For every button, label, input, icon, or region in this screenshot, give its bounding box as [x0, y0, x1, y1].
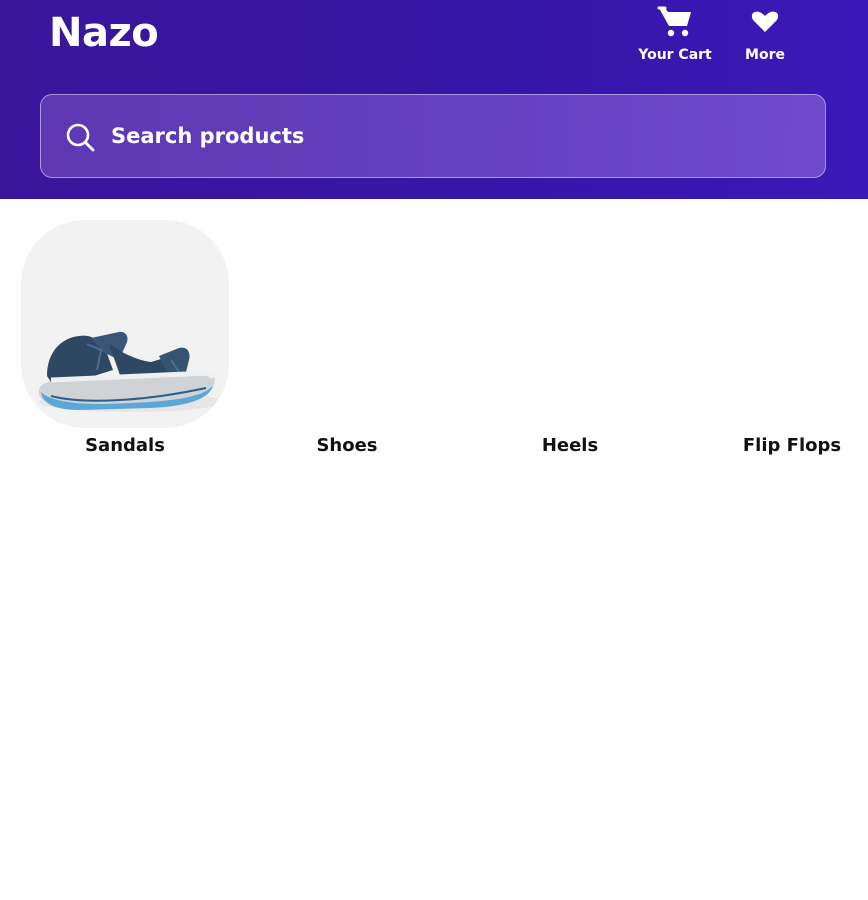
more-button[interactable]: More	[725, 4, 805, 70]
search-icon	[66, 123, 95, 152]
category-image-placeholder[interactable]	[466, 220, 674, 428]
sandal-image[interactable]	[21, 220, 229, 428]
category-list: Sandals Shoes Heels Flip Flops	[0, 220, 868, 480]
category-label: Heels	[541, 435, 599, 456]
category-label: Flip Flops	[742, 435, 842, 456]
category-image-placeholder[interactable]	[243, 220, 451, 428]
category-flip-flops[interactable]: Flip Flops	[688, 220, 868, 470]
category-label: Shoes	[316, 435, 378, 456]
sandal-illustration	[21, 220, 229, 428]
category-label: Sandals	[85, 435, 165, 456]
search-bar[interactable]	[40, 94, 826, 178]
category-sandals[interactable]: Sandals	[21, 220, 231, 470]
search-input[interactable]	[111, 115, 801, 157]
category-heels[interactable]: Heels	[466, 220, 676, 470]
category-shoes[interactable]: Shoes	[243, 220, 453, 470]
heart-icon	[751, 11, 779, 32]
app-logo[interactable]: Nazo	[49, 10, 159, 56]
cart-icon	[657, 6, 691, 37]
your-cart-label: Your Cart	[638, 47, 712, 63]
app-header: Nazo Your Cart More	[0, 0, 868, 199]
your-cart-button[interactable]: Your Cart	[635, 4, 715, 70]
more-label: More	[745, 47, 785, 63]
category-image-placeholder[interactable]	[688, 220, 868, 428]
